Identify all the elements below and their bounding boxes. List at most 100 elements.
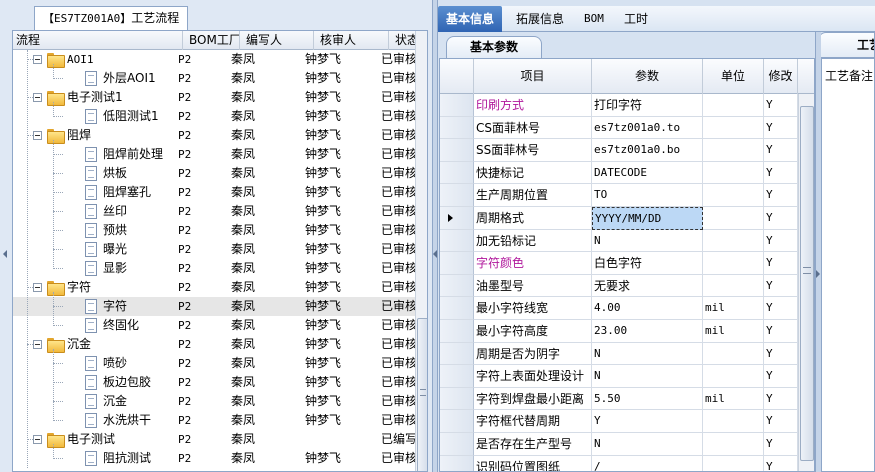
tree-scrollbar[interactable] [415, 31, 427, 471]
tree-folder-row[interactable]: AOI1 P2 秦凤 钟梦飞 已审核 [13, 50, 417, 69]
param-modify-cell[interactable]: Y [764, 94, 798, 117]
tab-process-side[interactable]: 工艺 [818, 32, 875, 58]
row-indicator[interactable] [440, 297, 474, 320]
param-row[interactable]: CS面菲林号 es7tz001a0.to Y [440, 116, 798, 140]
param-value-cell[interactable]: / [592, 455, 703, 471]
param-modify-cell[interactable]: Y [764, 365, 798, 388]
collapse-arrow-icon[interactable] [816, 270, 820, 278]
param-modify-cell[interactable]: Y [764, 387, 798, 411]
collapse-arrow-icon[interactable] [3, 250, 7, 258]
param-modify-cell[interactable]: Y [764, 184, 798, 207]
tab-bom[interactable]: BOM [576, 6, 612, 32]
row-indicator[interactable] [440, 365, 474, 388]
tree-folder-row[interactable]: 阻焊 P2 秦凤 钟梦飞 已审核 [13, 126, 417, 145]
row-indicator[interactable] [440, 342, 474, 366]
param-modify-cell[interactable]: Y [764, 139, 798, 162]
tree-row[interactable]: 板边包胶 P2 秦凤 钟梦飞 已审核 [13, 373, 417, 392]
tab-basic-info[interactable]: 基本信息 [438, 6, 503, 32]
param-modify-cell[interactable]: Y [764, 207, 798, 230]
row-indicator[interactable] [440, 207, 474, 230]
tab-extended-info[interactable]: 拓展信息 [508, 6, 572, 32]
collapse-toggle-icon[interactable] [33, 340, 42, 349]
row-indicator[interactable] [440, 410, 474, 433]
tree-row[interactable]: 阻抗测试 P2 秦凤 钟梦飞 已审核 [13, 449, 417, 468]
tree-row[interactable]: 喷砂 P2 秦凤 钟梦飞 已审核 [13, 354, 417, 373]
tree-row[interactable]: 显影 P2 秦凤 钟梦飞 已审核 [13, 259, 417, 278]
row-indicator[interactable] [440, 274, 474, 298]
param-modify-cell[interactable]: Y [764, 410, 798, 433]
param-row[interactable]: 周期是否为阴字 N Y [440, 342, 798, 366]
tree-folder-row[interactable]: 电子测试1 P2 秦凤 钟梦飞 已审核 [13, 88, 417, 107]
param-row[interactable]: 字符上表面处理设计 N Y [440, 365, 798, 388]
tree-folder-row[interactable]: 字符 P2 秦凤 钟梦飞 已审核 [13, 278, 417, 297]
param-value-cell[interactable]: 23.00 [592, 320, 703, 343]
param-row[interactable]: SS面菲林号 es7tz001a0.bo Y [440, 139, 798, 162]
param-row[interactable]: 最小字符高度 23.00 mil Y [440, 320, 798, 343]
tree-folder-row[interactable]: 电子测试 P2 秦凤 已编写 [13, 430, 417, 449]
tree-row[interactable]: 阻焊塞孔 P2 秦凤 钟梦飞 已审核 [13, 183, 417, 202]
param-modify-cell[interactable]: Y [764, 297, 798, 320]
tree-scroll-thumb[interactable] [417, 318, 427, 471]
tab-work-hours[interactable]: 工时 [616, 6, 656, 32]
tree-row[interactable]: 外层AOI1 P2 秦凤 钟梦飞 已审核 [13, 69, 417, 88]
param-row[interactable]: 油墨型号 无要求 Y [440, 274, 798, 298]
param-row[interactable]: 加无铅标记 N Y [440, 229, 798, 253]
column-header-item[interactable]: 项目 [474, 59, 592, 94]
column-header-unit[interactable]: 单位 [703, 59, 764, 94]
param-value-cell[interactable]: es7tz001a0.bo [592, 139, 703, 162]
param-value-cell[interactable]: TO [592, 184, 703, 207]
row-indicator[interactable] [440, 161, 474, 185]
param-value-cell[interactable]: 打印字符 [592, 94, 703, 117]
param-row[interactable]: 快捷标记 DATECODE Y [440, 161, 798, 185]
param-row[interactable]: 周期格式 YYYY/MM/DD Y [440, 207, 798, 230]
row-indicator[interactable] [440, 139, 474, 162]
param-row[interactable]: 印刷方式 打印字符 Y [440, 94, 798, 117]
param-value-cell[interactable]: 4.00 [592, 297, 703, 320]
collapse-toggle-icon[interactable] [33, 93, 42, 102]
tree-row[interactable]: 烘板 P2 秦凤 钟梦飞 已审核 [13, 164, 417, 183]
param-modify-cell[interactable]: Y [764, 455, 798, 471]
tree-row[interactable]: 字符 P2 秦凤 钟梦飞 已审核 [13, 297, 417, 316]
grid-scroll-thumb[interactable] [800, 106, 814, 461]
param-modify-cell[interactable]: Y [764, 252, 798, 275]
param-modify-cell[interactable]: Y [764, 342, 798, 366]
param-value-cell[interactable]: es7tz001a0.to [592, 116, 703, 140]
param-value-cell[interactable]: 无要求 [592, 274, 703, 298]
param-row[interactable]: 识别码位置图纸 / Y [440, 455, 798, 471]
param-row[interactable]: 字符框代替周期 Y Y [440, 410, 798, 433]
tree-row[interactable]: 曝光 P2 秦凤 钟梦飞 已审核 [13, 240, 417, 259]
column-header-param[interactable]: 参数 [592, 59, 703, 94]
column-header-bom-factory[interactable]: BOM工厂 [183, 31, 240, 50]
tree-row[interactable]: 预烘 P2 秦凤 钟梦飞 已审核 [13, 221, 417, 240]
row-indicator[interactable] [440, 320, 474, 343]
column-header-process[interactable]: 流程 [13, 31, 183, 50]
param-row[interactable]: 是否存在生产型号 N Y [440, 433, 798, 456]
column-header-reviewer[interactable]: 核审人 [314, 31, 389, 50]
tree-row[interactable]: 终固化 P2 秦凤 钟梦飞 已审核 [13, 316, 417, 335]
left-collapse-splitter[interactable] [0, 0, 12, 472]
param-modify-cell[interactable]: Y [764, 433, 798, 456]
column-header-modify[interactable]: 修改 [764, 59, 798, 94]
collapse-toggle-icon[interactable] [33, 435, 42, 444]
param-value-cell[interactable]: YYYY/MM/DD [592, 207, 703, 230]
tree-row[interactable]: 丝印 P2 秦凤 钟梦飞 已审核 [13, 202, 417, 221]
param-row[interactable]: 最小字符线宽 4.00 mil Y [440, 297, 798, 320]
param-modify-cell[interactable]: Y [764, 116, 798, 140]
param-modify-cell[interactable]: Y [764, 161, 798, 185]
grid-scrollbar[interactable] [798, 94, 814, 471]
param-modify-cell[interactable]: Y [764, 320, 798, 343]
param-row[interactable]: 字符颜色 白色字符 Y [440, 252, 798, 275]
param-value-cell[interactable]: N [592, 365, 703, 388]
param-modify-cell[interactable]: Y [764, 274, 798, 298]
column-header-writer[interactable]: 编写人 [240, 31, 314, 50]
param-row[interactable]: 生产周期位置 TO Y [440, 184, 798, 207]
row-indicator[interactable] [440, 94, 474, 117]
collapse-arrow-icon[interactable] [433, 250, 437, 258]
tree-row[interactable]: 水洗烘干 P2 秦凤 钟梦飞 已审核 [13, 411, 417, 430]
param-value-cell[interactable]: N [592, 433, 703, 456]
process-tab[interactable]: 【ES7TZ001A0】工艺流程 [34, 6, 189, 30]
tree-row[interactable]: 阻焊前处理 P2 秦凤 钟梦飞 已审核 [13, 145, 417, 164]
collapse-toggle-icon[interactable] [33, 55, 42, 64]
row-indicator[interactable] [440, 252, 474, 275]
collapse-toggle-icon[interactable] [33, 131, 42, 140]
